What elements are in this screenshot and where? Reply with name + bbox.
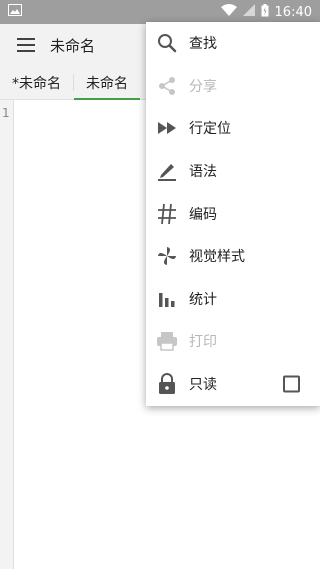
tab-label: *未命名 [12,75,61,92]
share-icon [155,74,179,98]
line-number-gutter: 1 [0,100,14,569]
menu-item-label: 查找 [189,36,217,53]
menu-item-label: 视觉样式 [189,249,245,266]
menu-item-label: 编码 [189,206,217,223]
image-icon [8,4,22,20]
menu-item-find[interactable]: 查找 [146,22,320,65]
status-time: 16:40 [274,4,312,20]
menu-item-statistics[interactable]: 统计 [146,278,320,321]
pen-icon [155,159,179,183]
search-icon [155,31,179,55]
line-number: 1 [2,106,10,120]
signal-icon [242,4,255,20]
menu-item-label: 只读 [189,377,217,394]
fast-forward-icon [155,116,179,140]
read-only-checkbox[interactable] [283,375,300,393]
hash-icon [155,202,179,226]
hamburger-menu-icon[interactable] [14,33,38,57]
tab-label: 未命名 [86,75,128,92]
menu-item-visual-style[interactable]: 视觉样式 [146,235,320,278]
toolbar-title: 未命名 [50,36,96,55]
menu-item-read-only[interactable]: 只读 [146,363,320,406]
printer-icon [155,329,179,353]
menu-item-goto-line[interactable]: 行定位 [146,107,320,150]
battery-icon [261,3,269,21]
pinwheel-icon [155,244,179,268]
overflow-menu: 查找 分享 行定位 语法 编码 视觉样式 统计 打印 只读 [146,22,320,406]
menu-item-print[interactable]: 打印 [146,320,320,363]
menu-item-syntax[interactable]: 语法 [146,150,320,193]
menu-item-share[interactable]: 分享 [146,65,320,108]
menu-item-encoding[interactable]: 编码 [146,192,320,235]
menu-item-label: 语法 [189,164,217,181]
wifi-icon [220,4,237,20]
bar-chart-icon [155,287,179,311]
tab-current[interactable]: 未命名 [74,66,140,100]
menu-item-label: 行定位 [189,121,231,138]
menu-item-label: 统计 [189,291,217,308]
lock-icon [155,372,179,396]
menu-item-label: 打印 [189,334,217,351]
tab-unsaved[interactable]: *未命名 [0,66,73,99]
menu-item-label: 分享 [189,78,217,95]
status-bar: 16:40 [0,0,320,24]
